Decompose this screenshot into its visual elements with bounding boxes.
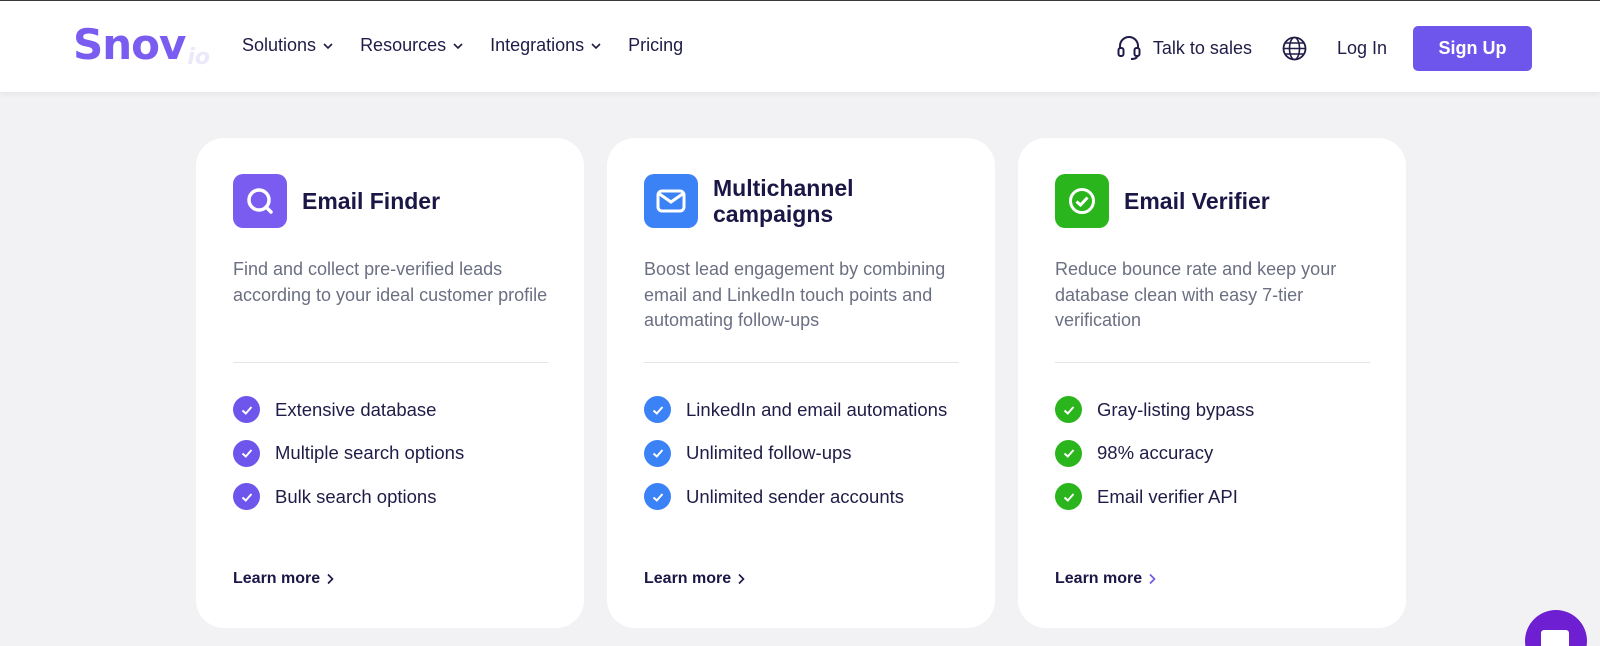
learn-more-link[interactable]: Learn more [233, 570, 334, 588]
feature-label: 98% accuracy [1097, 442, 1214, 464]
checkmark-icon [233, 396, 260, 424]
chat-widget-button[interactable] [1525, 610, 1587, 646]
learn-more-link[interactable]: Learn more [644, 570, 745, 588]
logo-wordmark: Snov [73, 20, 186, 69]
search-icon [233, 174, 287, 228]
card-title-line1: Email Finder [302, 188, 441, 214]
feature-label: LinkedIn and email automations [686, 398, 948, 420]
chevron-down-icon [453, 42, 463, 49]
check-circle-icon [1055, 174, 1109, 228]
chevron-down-icon [323, 42, 333, 49]
nav-resources-label: Resources [360, 35, 447, 55]
logo-suffix: io [187, 45, 211, 70]
card-title: Multichannel campaigns [713, 175, 854, 227]
nav-pricing-label: Pricing [628, 35, 684, 55]
checkmark-icon [644, 483, 671, 511]
feature-item: Multiple search options [233, 432, 548, 476]
nav-solutions[interactable]: Solutions [242, 35, 334, 56]
card-header: Email Finder [233, 174, 548, 228]
feature-label: Extensive database [275, 398, 437, 420]
feature-label: Gray-listing bypass [1097, 398, 1255, 420]
feature-item: Bulk search options [233, 475, 548, 519]
snov-logo[interactable]: Snov io [73, 20, 210, 71]
card-email-finder: Email Finder Find and collect pre-verifi… [196, 138, 584, 628]
nav-solutions-label: Solutions [242, 35, 317, 55]
checkmark-icon [644, 439, 671, 467]
nav-integrations[interactable]: Integrations [490, 35, 602, 56]
globe-icon [1282, 36, 1307, 60]
feature-item: LinkedIn and email automations [644, 388, 959, 432]
card-header: Email Verifier [1055, 174, 1370, 228]
feature-label: Unlimited follow-ups [686, 442, 852, 464]
chevron-right-icon [738, 573, 745, 585]
log-in-link[interactable]: Log In [1337, 38, 1387, 59]
feature-label: Multiple search options [275, 442, 465, 464]
checkmark-icon [233, 439, 260, 467]
learn-more-label: Learn more [233, 570, 321, 587]
feature-label: Email verifier API [1097, 485, 1238, 507]
checkmark-icon [1055, 439, 1082, 467]
feature-item: Extensive database [233, 388, 548, 432]
learn-more-link[interactable]: Learn more [1055, 570, 1156, 588]
learn-more-label: Learn more [644, 570, 732, 587]
envelope-icon [644, 174, 698, 228]
nav-pricing[interactable]: Pricing [628, 35, 683, 56]
card-description: Boost lead engagement by combining email… [644, 259, 946, 330]
card-description: Find and collect pre-verified leads acco… [233, 259, 548, 305]
feature-item: Unlimited sender accounts [644, 475, 959, 519]
feature-label: Unlimited sender accounts [686, 485, 904, 507]
card-title: Email Verifier [1124, 188, 1270, 214]
learn-more-label: Learn more [1055, 570, 1143, 587]
talk-to-sales-label: Talk to sales [1152, 37, 1252, 58]
feature-list: LinkedIn and email automations Unlimited… [644, 388, 959, 519]
site-header: Snov io Solutions Resources Integrations… [0, 0, 1600, 92]
divider [233, 362, 548, 363]
feature-item: 98% accuracy [1055, 432, 1370, 476]
card-header: Multichannel campaigns [644, 174, 959, 228]
feature-list: Gray-listing bypass 98% accuracy Email v… [1055, 388, 1370, 519]
card-title-line1: Email Verifier [1124, 188, 1270, 214]
card-description: Reduce bounce rate and keep your databas… [1055, 259, 1337, 330]
card-title-line2: campaigns [713, 201, 834, 227]
main-nav: Solutions Resources Integrations Pricing [242, 35, 709, 56]
checkmark-icon [1055, 483, 1082, 511]
chevron-right-icon [327, 573, 334, 585]
checkmark-icon [1055, 396, 1082, 424]
sign-up-button[interactable]: Sign Up [1413, 25, 1532, 71]
divider [1055, 362, 1370, 363]
nav-resources[interactable]: Resources [360, 35, 464, 56]
feature-item: Unlimited follow-ups [644, 432, 959, 476]
feature-list: Extensive database Multiple search optio… [233, 388, 548, 519]
card-title: Email Finder [302, 188, 440, 214]
feature-label: Bulk search options [275, 485, 437, 507]
headset-icon [1117, 36, 1141, 60]
product-cards: Email Finder Find and collect pre-verifi… [196, 138, 1406, 628]
header-actions: Talk to sales Log In Sign Up [1117, 25, 1532, 71]
feature-item: Email verifier API [1055, 475, 1370, 519]
talk-to-sales-link[interactable]: Talk to sales [1117, 35, 1252, 61]
checkmark-icon [233, 483, 260, 511]
chevron-down-icon [591, 42, 601, 49]
card-email-verifier: Email Verifier Reduce bounce rate and ke… [1018, 138, 1406, 628]
card-multichannel-campaigns: Multichannel campaigns Boost lead engage… [607, 138, 995, 628]
language-selector[interactable] [1282, 36, 1307, 61]
chat-icon [1541, 630, 1569, 646]
nav-integrations-label: Integrations [490, 35, 585, 55]
card-title-line1: Multichannel [713, 175, 854, 201]
chevron-right-icon [1149, 573, 1156, 585]
feature-item: Gray-listing bypass [1055, 388, 1370, 432]
divider [644, 362, 959, 363]
checkmark-icon [644, 396, 671, 424]
